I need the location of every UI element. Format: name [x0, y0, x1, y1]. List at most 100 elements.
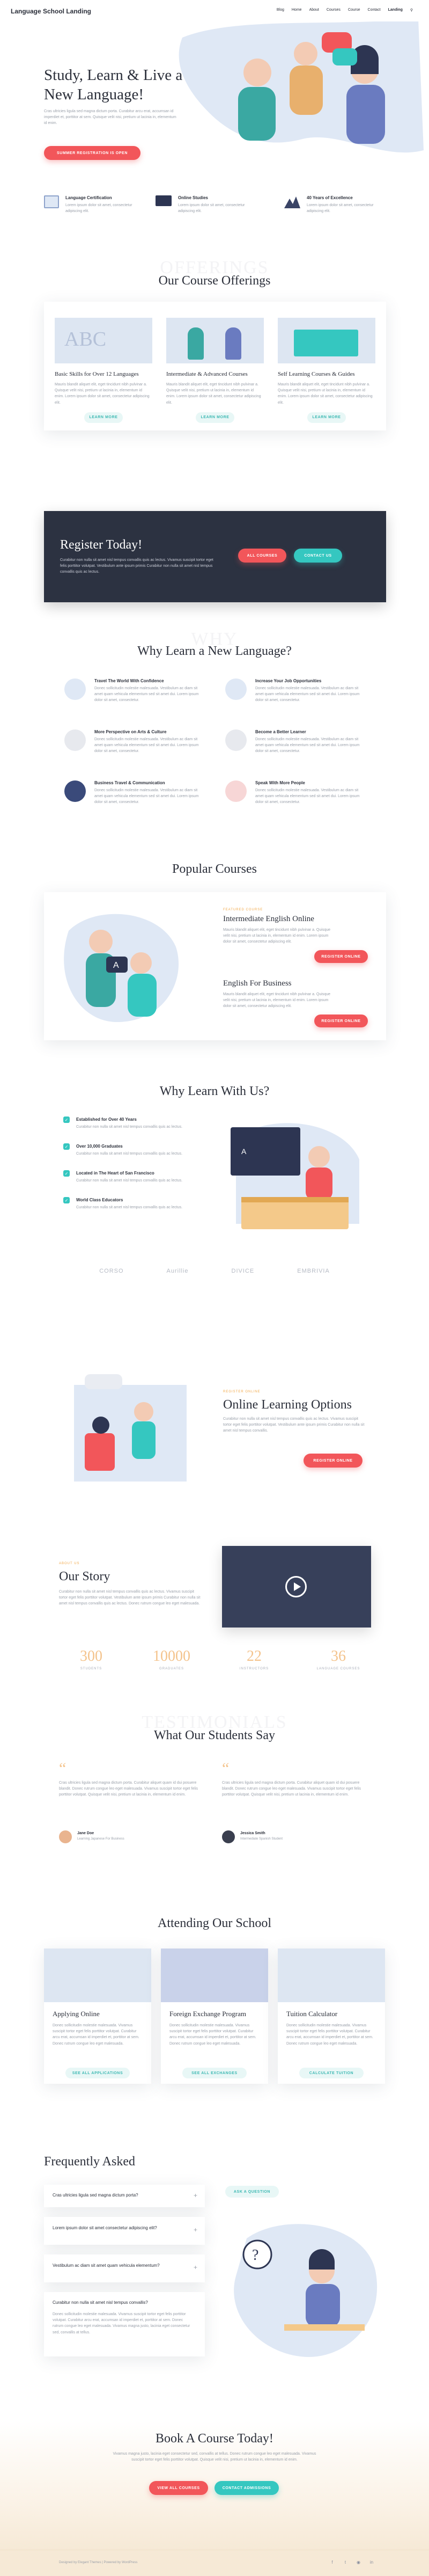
- whyus-item-text: Curabitur non nulla sit amet nisl tempus…: [76, 1179, 183, 1183]
- nav-item-about[interactable]: About: [309, 8, 319, 12]
- why-item-title: Travel The World With Confidence: [94, 678, 164, 683]
- search-icon[interactable]: ⚲: [410, 8, 413, 12]
- offering-image: ABC: [55, 318, 152, 363]
- offering-title: Basic Skills for Over 12 Languages: [55, 371, 139, 377]
- offering-title: Self Learning Courses & Guides: [278, 371, 355, 377]
- online-eyebrow: REGISTER ONLINE: [223, 1390, 261, 1393]
- video-player[interactable]: [222, 1546, 371, 1628]
- svg-text:?: ?: [252, 2247, 258, 2264]
- why-item-text: Donec sollicitudin molestie malesuada. V…: [94, 687, 199, 703]
- feature-text: Lorem ipsum dolor sit amet, consectetur …: [65, 203, 132, 214]
- contact-admissions-button[interactable]: Contact Admissions: [214, 2481, 279, 2495]
- instagram-icon[interactable]: ◉: [354, 2560, 362, 2567]
- nav-item-course[interactable]: Course: [348, 8, 360, 12]
- hero-title: Study, Learn & Live a New Language!: [44, 67, 183, 104]
- feature-title: Language Certification: [65, 195, 112, 200]
- plus-icon[interactable]: +: [194, 2192, 197, 2199]
- course-title: English For Business: [223, 979, 292, 988]
- attending-text: Donec sollicitudin molestie malesuada. V…: [53, 2024, 139, 2046]
- palette-icon: [64, 729, 86, 751]
- attending-title: Tuition Calculator: [286, 2010, 338, 2018]
- faq-question: Curabitur non nulla sit amet nisl tempus…: [53, 2300, 148, 2305]
- nav-item-blog[interactable]: Blog: [277, 8, 284, 12]
- top-nav: Language School Landing Blog Home About …: [0, 0, 429, 21]
- plus-icon[interactable]: +: [194, 2226, 197, 2234]
- book-section: Book A Course Today! Vivamus magna justo…: [0, 2421, 429, 2550]
- learn-more-button[interactable]: Learn More: [196, 412, 234, 423]
- learn-more-button[interactable]: Learn More: [84, 412, 123, 423]
- attending-title: Applying Online: [53, 2010, 100, 2018]
- nav-menu: Blog Home About Courses Course Contact L…: [277, 8, 413, 12]
- all-courses-button[interactable]: All Courses: [238, 549, 286, 563]
- attending-section: Applying Online Donec sollicitudin moles…: [0, 1949, 429, 2099]
- ask-question-button[interactable]: Ask a Question: [225, 2186, 279, 2198]
- stat-value: 10000: [153, 1648, 190, 1665]
- faq-answer: Donec sollicitudin molestie malesuada. V…: [53, 2312, 190, 2334]
- offering-card: Self Learning Courses & Guides Mauris bl…: [278, 318, 375, 423]
- attending-image: [161, 1949, 268, 2002]
- nav-item-contact[interactable]: Contact: [368, 8, 381, 12]
- whyus-item-text: Curabitur non nulla sit amet nisl tempus…: [76, 1206, 183, 1209]
- faq-item[interactable]: Vestibulum ac diam sit amet quam vehicul…: [44, 2254, 205, 2282]
- nav-item-home[interactable]: Home: [292, 8, 302, 12]
- twitter-icon[interactable]: t: [342, 2560, 349, 2567]
- see-all-exchanges-button[interactable]: See All Exchanges: [182, 2068, 247, 2078]
- nav-item-courses[interactable]: Courses: [327, 8, 341, 12]
- see-all-applications-button[interactable]: See All Applications: [65, 2068, 130, 2078]
- register-online-button[interactable]: Register Online: [314, 950, 368, 963]
- why-item-text: Donec sollicitudin molestie malesuada. V…: [255, 738, 360, 754]
- whyus-item-title: World Class Educators: [76, 1198, 123, 1202]
- plus-icon[interactable]: +: [194, 2264, 197, 2271]
- check-icon: ✓: [63, 1170, 70, 1177]
- hero-text: Cras ultricies ligula sed magna dictum p…: [44, 110, 176, 126]
- linkedin-icon[interactable]: in: [368, 2560, 375, 2567]
- why-item-title: Speak With More People: [255, 780, 305, 785]
- attending-card: Foreign Exchange Program Donec sollicitu…: [161, 1949, 268, 2084]
- stat-item: 10000 GRADUATES: [139, 1648, 204, 1670]
- register-online-button[interactable]: Register Online: [304, 1454, 363, 1468]
- book-title: Book A Course Today!: [156, 2432, 273, 2446]
- faq-item-open[interactable]: Curabitur non nulla sit amet nisl tempus…: [44, 2292, 205, 2356]
- why-item-text: Donec sollicitudin molestie malesuada. V…: [94, 789, 199, 805]
- chat-icon: [225, 780, 247, 802]
- facebook-icon[interactable]: f: [328, 2560, 336, 2567]
- register-text: Curabitur non nulla sit amet nisl tempus…: [60, 558, 213, 574]
- features-strip: Language Certification Lorem ipsum dolor…: [0, 193, 429, 231]
- play-icon[interactable]: [285, 1576, 307, 1597]
- faq-section: Frequently Asked Cras ultricies ligula s…: [0, 2142, 429, 2399]
- popular-panel: A FEATURED COURSE Intermediate English O…: [44, 892, 386, 1040]
- offerings-title: Our Course Offerings: [158, 274, 271, 288]
- online-text: Curabitur non nulla sit amet nisl tempus…: [223, 1417, 365, 1433]
- offering-text: Mauris blandit aliquet elit, eget tincid…: [278, 383, 373, 405]
- whyus-item-title: Over 10,000 Graduates: [76, 1144, 123, 1149]
- hero-registration-button[interactable]: Summer Registration is Open: [44, 146, 140, 160]
- online-illustration: [74, 1374, 187, 1482]
- partner-logo: DIVICE: [231, 1268, 255, 1274]
- feature-title: Online Studies: [178, 195, 209, 200]
- whyus-item-title: Established for Over 40 Years: [76, 1117, 137, 1122]
- check-icon: ✓: [63, 1143, 70, 1150]
- register-online-button[interactable]: Register Online: [314, 1015, 368, 1027]
- offerings-panel: ABC Basic Skills for Over 12 Languages M…: [44, 302, 386, 430]
- learn-more-button[interactable]: Learn More: [307, 412, 346, 423]
- whyus-section: ✓ Established for Over 40 Years Curabitu…: [0, 1116, 429, 1320]
- nav-item-landing[interactable]: Landing: [388, 8, 403, 12]
- online-title: Online Learning Options: [223, 1398, 352, 1412]
- view-all-courses-button[interactable]: View All Courses: [149, 2481, 208, 2495]
- faq-illustration: ?: [234, 2224, 378, 2357]
- testimonial-text: Cras ultricies ligula sed magna dictum p…: [59, 1781, 198, 1797]
- faq-item[interactable]: Cras ultricies ligula sed magna dictum p…: [44, 2185, 205, 2207]
- course-item: English For Business Mauris blandit aliq…: [223, 973, 373, 1027]
- stat-value: 36: [331, 1648, 346, 1665]
- attending-card: Tuition Calculator Donec sollicitudin mo…: [278, 1949, 385, 2084]
- globe-icon: [64, 780, 86, 802]
- why-item-text: Donec sollicitudin molestie malesuada. V…: [94, 738, 199, 754]
- calculate-tuition-button[interactable]: Calculate Tuition: [299, 2068, 364, 2078]
- stat-item: 36 LANGUAGE COURSES: [304, 1648, 373, 1670]
- contact-us-button[interactable]: Contact Us: [294, 549, 342, 563]
- faq-item[interactable]: Lorem ipsum dolor sit amet consectetur a…: [44, 2217, 205, 2245]
- testimonial-name: Jane Doe: [77, 1831, 94, 1835]
- attending-image: [44, 1949, 151, 2002]
- site-logo[interactable]: Language School Landing: [11, 8, 91, 15]
- testimonial-name: Jessica Smith: [240, 1831, 265, 1835]
